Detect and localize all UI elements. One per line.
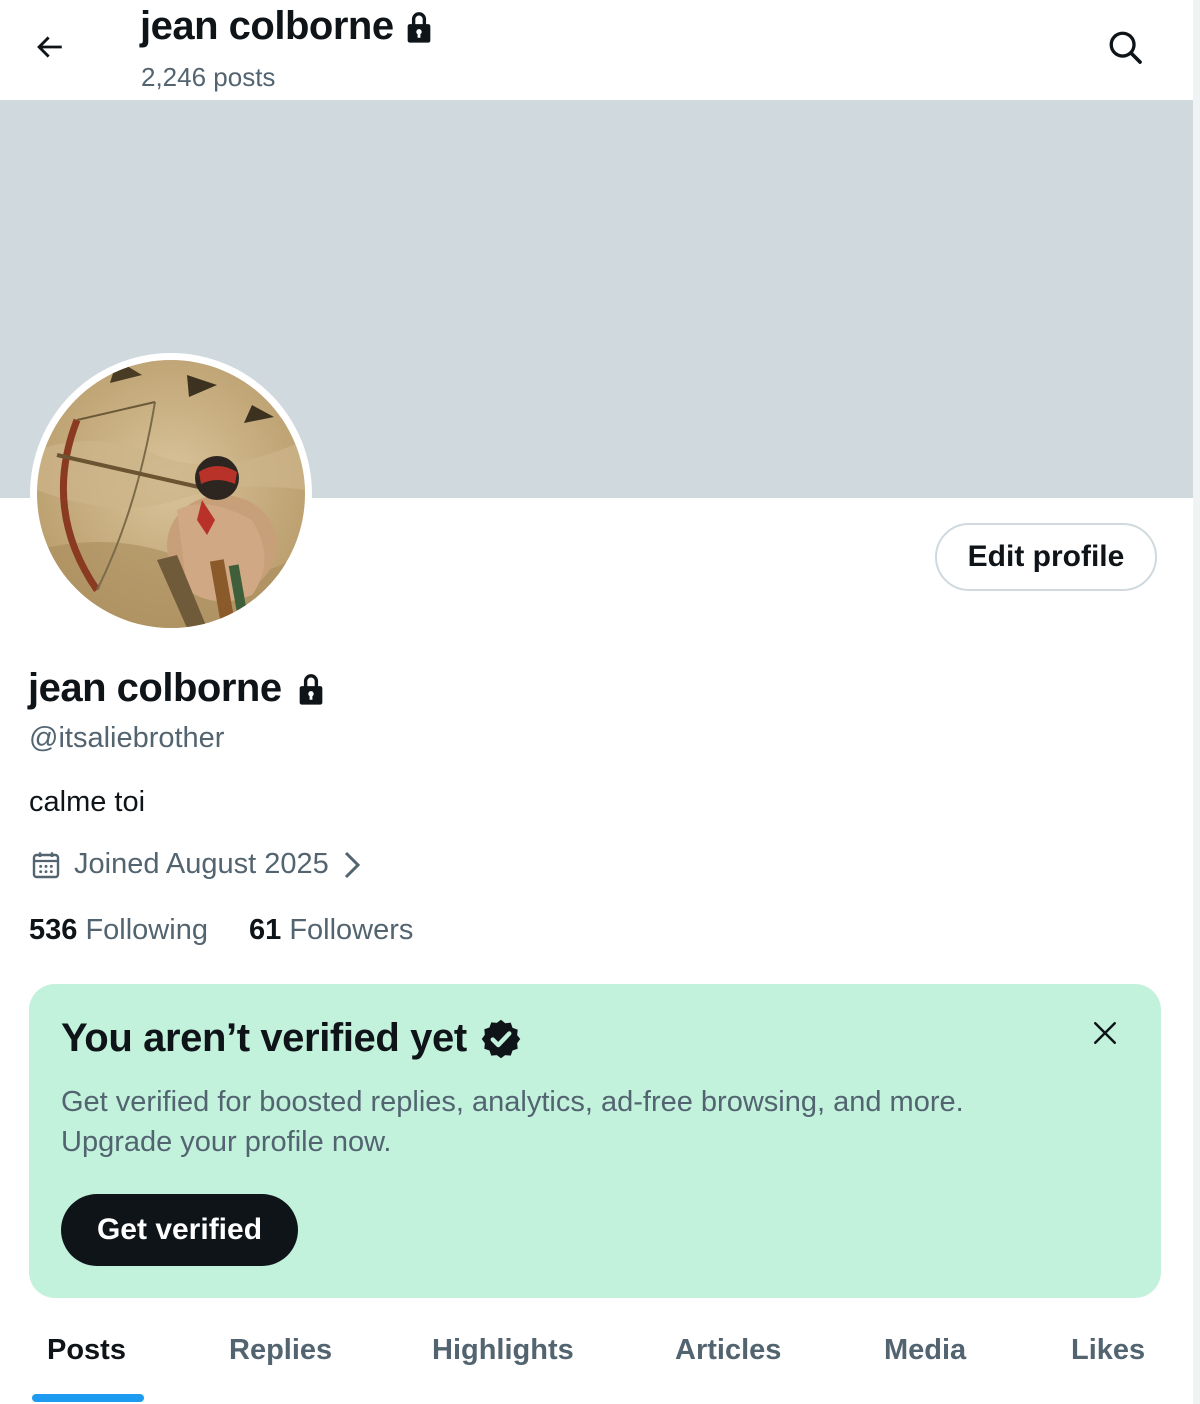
profile-bio: calme toi [29,786,146,818]
profile-name: jean colborne [28,666,326,711]
search-button[interactable] [1100,22,1150,72]
avatar[interactable] [37,360,305,628]
joined-date[interactable]: Joined August 2025 [30,848,363,881]
verify-title-text: You aren’t verified yet [61,1016,467,1060]
following-count: 536 [29,914,78,946]
tab-posts[interactable]: Posts [47,1334,126,1367]
header-title: jean colborne [140,4,434,49]
followers-label: Followers [289,914,414,946]
following-link[interactable]: 536 Following [29,914,208,947]
arrow-left-icon [37,36,62,58]
followers-count: 61 [249,914,282,946]
edit-profile-button[interactable]: Edit profile [935,523,1157,591]
avatar-archer-painting [37,360,305,628]
tab-highlights[interactable]: Highlights [432,1334,574,1367]
display-name: jean colborne [28,666,282,710]
following-label: Following [85,914,208,946]
active-tab-indicator [32,1394,144,1402]
close-icon [1094,1022,1116,1044]
lock-icon [299,673,322,705]
chevron-right-icon [344,851,360,878]
search-icon [1109,31,1142,64]
page-edge [1193,0,1200,1404]
header-name: jean colborne [140,4,394,48]
tab-replies[interactable]: Replies [229,1334,332,1367]
followers-link[interactable]: 61 Followers [249,914,413,947]
post-count: 2,246 posts [141,62,276,92]
close-button[interactable] [1080,1008,1130,1058]
joined-label: Joined August 2025 [74,848,329,880]
verify-title: You aren’t verified yet [61,1016,523,1061]
calendar-icon [32,851,60,878]
tab-likes[interactable]: Likes [1071,1334,1145,1367]
lock-icon [407,11,430,43]
tab-media[interactable]: Media [884,1334,966,1367]
back-button[interactable] [26,24,72,70]
get-verified-button[interactable]: Get verified [61,1194,298,1266]
profile-tabs: Posts Replies Highlights Articles Media … [0,1318,1193,1404]
verified-badge-icon [481,1019,520,1058]
tab-articles[interactable]: Articles [675,1334,781,1367]
profile-handle: @itsaliebrother [29,722,225,754]
verify-description: Get verified for boosted replies, analyt… [61,1086,964,1158]
